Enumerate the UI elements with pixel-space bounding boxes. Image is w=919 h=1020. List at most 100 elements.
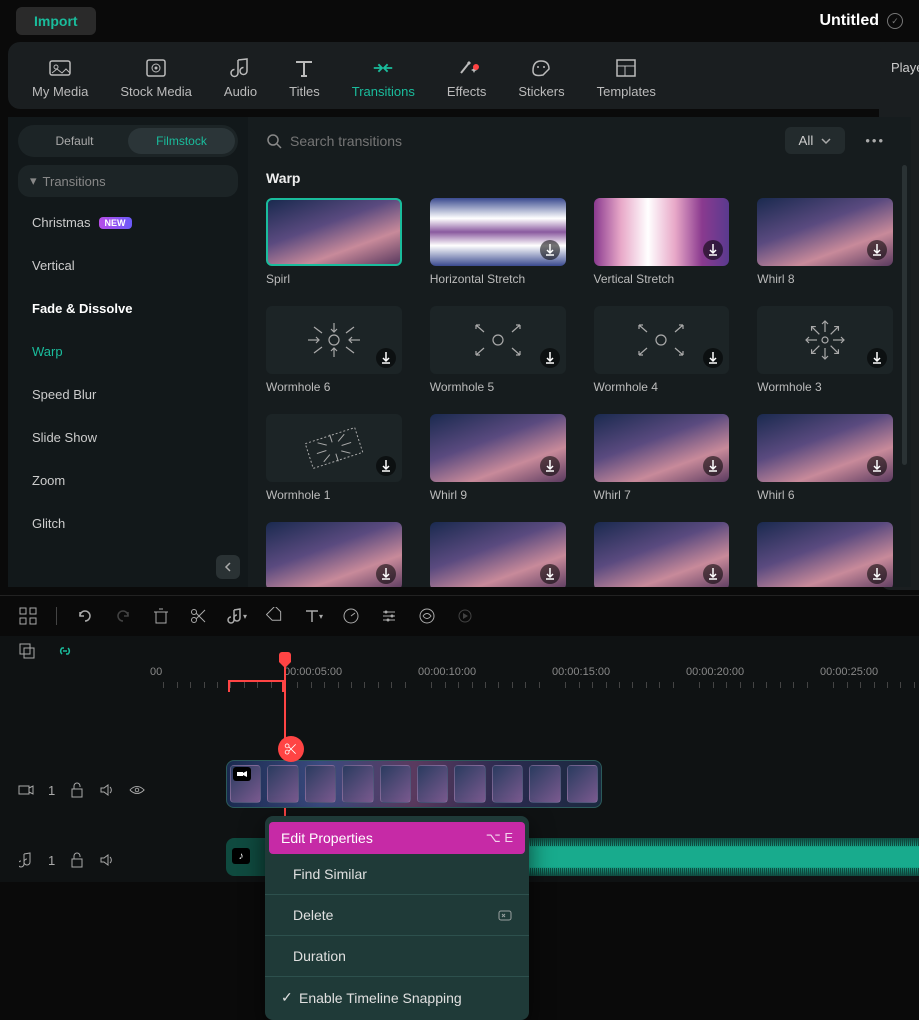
transition-thumb[interactable] — [757, 522, 893, 587]
transition-thumb[interactable] — [594, 522, 730, 587]
transition-thumb[interactable] — [757, 306, 893, 374]
tab-transitions[interactable]: Transitions — [336, 54, 431, 101]
context-menu-item[interactable]: Delete — [265, 897, 529, 933]
search-input[interactable] — [290, 133, 471, 149]
download-icon[interactable] — [703, 240, 723, 260]
download-icon[interactable] — [703, 348, 723, 368]
download-icon[interactable] — [376, 564, 396, 584]
lock-icon[interactable] — [69, 782, 85, 798]
import-button[interactable]: Import — [16, 7, 96, 35]
visibility-icon[interactable] — [129, 782, 145, 798]
video-clip[interactable] — [226, 760, 602, 808]
transition-label: Wormhole 5 — [430, 380, 566, 394]
mute-icon[interactable] — [99, 782, 115, 798]
sidebar-tab-default[interactable]: Default — [21, 128, 128, 154]
transition-thumb[interactable] — [266, 198, 402, 266]
sidebar-item-warp[interactable]: Warp — [8, 330, 248, 373]
titles-icon — [292, 56, 316, 80]
download-icon[interactable] — [540, 240, 560, 260]
transition-thumb[interactable] — [594, 414, 730, 482]
download-icon[interactable] — [540, 564, 560, 584]
tab-stickers[interactable]: Stickers — [502, 54, 580, 101]
transition-thumb[interactable] — [757, 198, 893, 266]
sidebar-item-vertical[interactable]: Vertical — [8, 244, 248, 287]
sidebar-item-zoom[interactable]: Zoom — [8, 459, 248, 502]
tag-icon[interactable] — [265, 606, 285, 626]
tab-my-media[interactable]: My Media — [16, 54, 104, 101]
sidebar-item-label: Speed Blur — [32, 387, 96, 402]
transition-thumb[interactable] — [594, 198, 730, 266]
ruler-mark: 00:00:25:00 — [820, 666, 878, 678]
redo-icon[interactable] — [113, 606, 133, 626]
tab-label: My Media — [32, 84, 88, 99]
tab-audio[interactable]: Audio — [208, 54, 273, 101]
transition-thumb[interactable] — [594, 306, 730, 374]
context-menu-item[interactable]: Edit Properties⌥ E — [269, 822, 525, 854]
sidebar-item-slide-show[interactable]: Slide Show — [8, 416, 248, 459]
tab-templates[interactable]: Templates — [581, 54, 672, 101]
render-icon[interactable] — [455, 606, 475, 626]
download-icon[interactable] — [867, 456, 887, 476]
sidebar-group-head[interactable]: ▾ Transitions — [18, 165, 238, 197]
transition-thumb[interactable] — [430, 414, 566, 482]
context-menu-item[interactable]: ✓Enable Timeline Snapping — [265, 979, 529, 1016]
transition-thumb[interactable] — [266, 522, 402, 587]
download-icon[interactable] — [703, 564, 723, 584]
transition-thumb[interactable] — [430, 198, 566, 266]
transition-label: Vertical Stretch — [594, 272, 730, 286]
transition-label: Whirl 6 — [757, 488, 893, 502]
transition-thumb[interactable] — [266, 414, 402, 482]
sidebar-tab-filmstock[interactable]: Filmstock — [128, 128, 235, 154]
transition-thumb[interactable] — [757, 414, 893, 482]
sidebar-collapse-button[interactable] — [216, 555, 240, 579]
tab-stock-media[interactable]: Stock Media — [104, 54, 208, 101]
color-icon[interactable] — [417, 606, 437, 626]
undo-icon[interactable] — [75, 606, 95, 626]
download-icon[interactable] — [703, 456, 723, 476]
split-icon[interactable] — [189, 606, 209, 626]
transition-thumb[interactable] — [266, 306, 402, 374]
tab-label: Stock Media — [120, 84, 192, 99]
download-icon[interactable] — [540, 348, 560, 368]
sidebar-item-label: Warp — [32, 344, 63, 359]
download-icon[interactable] — [867, 240, 887, 260]
ruler-mark: 00:00:20:00 — [686, 666, 744, 678]
download-icon[interactable] — [376, 348, 396, 368]
grid-tool-icon[interactable] — [18, 606, 38, 626]
tab-titles[interactable]: Titles — [273, 54, 336, 101]
transition-thumb[interactable] — [430, 522, 566, 587]
audio-tool-icon[interactable]: ▾ — [227, 606, 247, 626]
download-icon[interactable] — [867, 348, 887, 368]
delete-icon[interactable] — [151, 606, 171, 626]
timeline-link-icon[interactable] — [56, 642, 74, 660]
mute-icon[interactable] — [99, 852, 115, 868]
context-menu-item[interactable]: Find Similar — [265, 856, 529, 892]
speed-icon[interactable] — [341, 606, 361, 626]
video-track-icon — [18, 782, 34, 798]
sidebar-item-glitch[interactable]: Glitch — [8, 502, 248, 545]
download-icon[interactable] — [376, 456, 396, 476]
transition-thumb[interactable] — [430, 306, 566, 374]
tab-effects[interactable]: Effects — [431, 54, 503, 101]
download-icon[interactable] — [867, 564, 887, 584]
sidebar-item-christmas[interactable]: ChristmasNEW — [8, 201, 248, 244]
context-menu-label: Delete — [293, 907, 333, 923]
context-menu-label: Find Similar — [293, 866, 367, 882]
sidebar-item-speed-blur[interactable]: Speed Blur — [8, 373, 248, 416]
adjust-icon[interactable] — [379, 606, 399, 626]
lock-icon[interactable] — [69, 852, 85, 868]
scrollbar[interactable] — [902, 165, 907, 465]
sidebar-item-label: Zoom — [32, 473, 65, 488]
download-icon[interactable] — [540, 456, 560, 476]
filter-dropdown[interactable]: All — [785, 127, 846, 154]
check-icon: ✓ — [281, 989, 295, 1006]
text-tool-icon[interactable]: ▾ — [303, 606, 323, 626]
filter-label: All — [799, 133, 814, 148]
chevron-left-icon — [223, 562, 233, 572]
timeline-selection-range[interactable] — [228, 680, 284, 692]
timeline-add-icon[interactable] — [18, 642, 36, 660]
cut-marker-icon[interactable] — [278, 736, 304, 762]
sidebar-item-fade-dissolve[interactable]: Fade & Dissolve — [8, 287, 248, 330]
more-options-button[interactable]: ••• — [857, 129, 893, 152]
context-menu-item[interactable]: Duration — [265, 938, 529, 974]
